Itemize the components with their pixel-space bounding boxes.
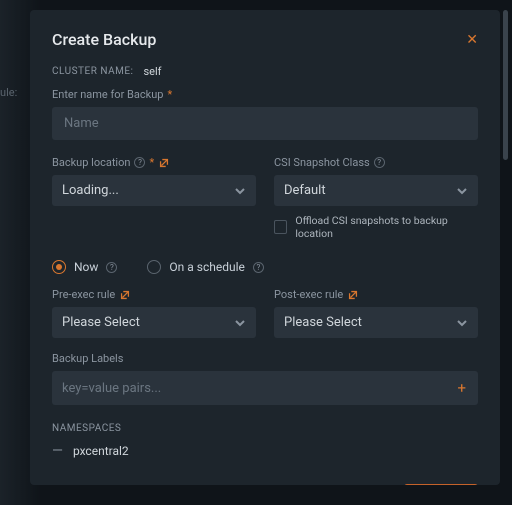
backdrop-hint: ule: bbox=[0, 86, 17, 99]
modal-title: Create Backup bbox=[52, 30, 156, 49]
remove-namespace-icon[interactable]: — bbox=[52, 444, 63, 458]
csi-snapshot-label: CSI Snapshot Class ? bbox=[274, 156, 478, 169]
create-button[interactable]: Create bbox=[404, 484, 478, 485]
radio-icon bbox=[52, 260, 66, 274]
backup-labels-input[interactable] bbox=[62, 381, 455, 396]
scrollbar-thumb[interactable] bbox=[503, 10, 508, 160]
pre-exec-label: Pre-exec rule bbox=[52, 288, 256, 301]
namespace-item: — pxcentral2 bbox=[52, 444, 478, 458]
namespace-name: pxcentral2 bbox=[73, 444, 129, 458]
csi-snapshot-value: Default bbox=[284, 183, 326, 198]
backup-labels-input-wrap: + bbox=[52, 371, 478, 405]
schedule-on-schedule-radio[interactable]: On a schedule ? bbox=[147, 260, 263, 274]
offload-label: Offload CSI snapshots to backup location bbox=[295, 214, 478, 240]
help-icon[interactable]: ? bbox=[106, 262, 117, 273]
pre-exec-label-text: Pre-exec rule bbox=[52, 288, 115, 301]
chevron-down-icon bbox=[456, 317, 468, 329]
external-link-icon[interactable] bbox=[347, 289, 359, 301]
chevron-down-icon bbox=[456, 185, 468, 197]
pre-exec-select[interactable]: Please Select bbox=[52, 307, 256, 338]
backup-name-label-text: Enter name for Backup bbox=[52, 88, 163, 101]
post-exec-select[interactable]: Please Select bbox=[274, 307, 478, 338]
scrollbar[interactable] bbox=[503, 10, 508, 485]
backup-location-select[interactable]: Loading... bbox=[52, 175, 256, 206]
close-icon[interactable]: ✕ bbox=[466, 33, 478, 47]
radio-icon bbox=[147, 260, 161, 274]
backup-location-label: Backup location ?* bbox=[52, 156, 256, 169]
help-icon[interactable]: ? bbox=[253, 262, 264, 273]
help-icon[interactable]: ? bbox=[134, 157, 145, 168]
schedule-now-radio[interactable]: Now ? bbox=[52, 260, 117, 274]
create-backup-modal: Create Backup ✕ CLUSTER NAME: self Enter… bbox=[30, 10, 500, 485]
schedule-sched-label: On a schedule bbox=[169, 260, 244, 274]
cluster-name-label: CLUSTER NAME: bbox=[52, 66, 133, 77]
backup-location-value: Loading... bbox=[62, 183, 119, 198]
backup-name-label: Enter name for Backup* bbox=[52, 88, 478, 101]
namespaces-heading: NAMESPACES bbox=[52, 423, 478, 434]
help-icon[interactable]: ? bbox=[374, 157, 385, 168]
external-link-icon[interactable] bbox=[119, 289, 131, 301]
csi-snapshot-label-text: CSI Snapshot Class bbox=[274, 156, 370, 169]
cluster-name-value: self bbox=[143, 65, 161, 78]
csi-snapshot-select[interactable]: Default bbox=[274, 175, 478, 206]
chevron-down-icon bbox=[234, 185, 246, 197]
plus-icon[interactable]: + bbox=[455, 379, 468, 397]
offload-checkbox[interactable] bbox=[274, 220, 287, 234]
backup-labels-label: Backup Labels bbox=[52, 352, 478, 365]
chevron-down-icon bbox=[234, 317, 246, 329]
pre-exec-value: Please Select bbox=[62, 315, 140, 330]
schedule-now-label: Now bbox=[74, 260, 98, 274]
external-link-icon[interactable] bbox=[158, 157, 170, 169]
post-exec-value: Please Select bbox=[284, 315, 362, 330]
post-exec-label-text: Post-exec rule bbox=[274, 288, 343, 301]
post-exec-label: Post-exec rule bbox=[274, 288, 478, 301]
backup-location-label-text: Backup location bbox=[52, 156, 130, 169]
backup-name-input[interactable] bbox=[52, 107, 478, 140]
